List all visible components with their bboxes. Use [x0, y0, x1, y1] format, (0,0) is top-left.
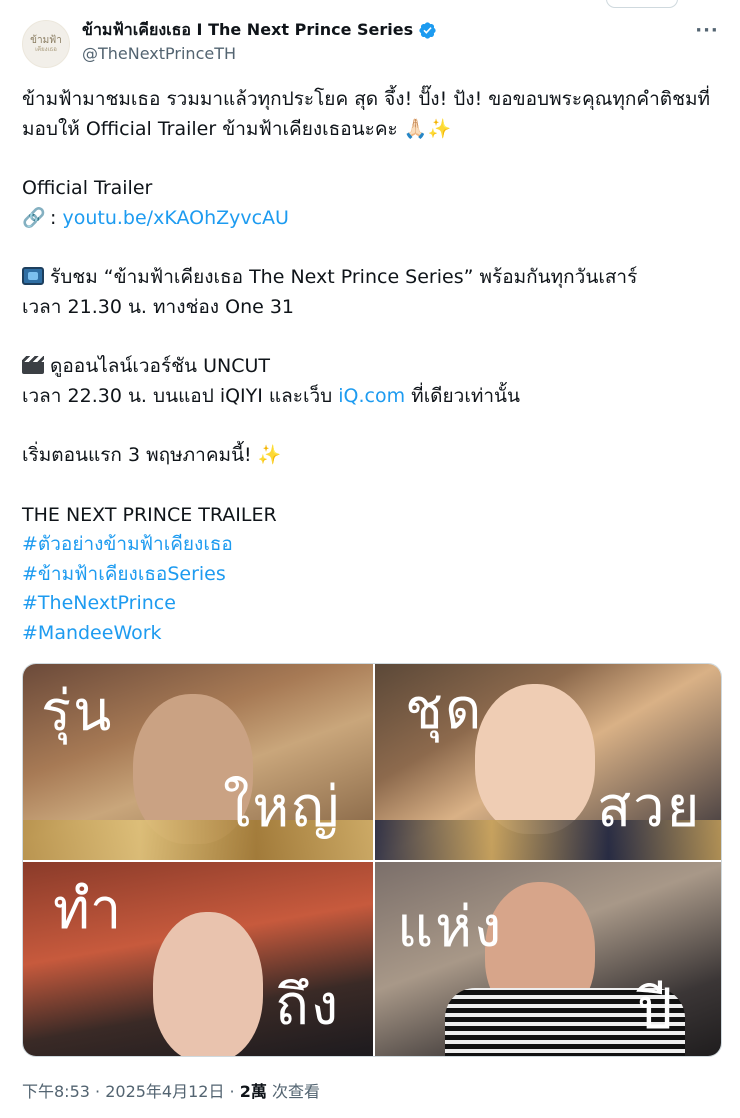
media-photo-3[interactable]: ทำ ถึง [23, 862, 373, 1056]
user-handle[interactable]: @TheNextPrinceTH [82, 44, 236, 63]
tweet-line: Official Trailer [22, 177, 153, 199]
tweet-line: มอบให้ Official Trailer ข้ามฟ้าเคียงเธอน… [22, 117, 452, 140]
display-name: ข้ามฟ้าเคียงเธอ I The Next Prince Series [82, 20, 414, 39]
overlay-text: สวย [597, 775, 702, 840]
views-label: 次查看 [266, 1082, 320, 1101]
media-grid: รุ่น ใหญ่ ชุด สวย ทำ ถึง แห่ง ปี [22, 663, 722, 1057]
post-time-link[interactable]: 下午8:53 [22, 1082, 90, 1101]
tweet-line: ข้ามฟ้ามาชมเธอ รวมมาแล้วทุกประโยค สุด จึ… [22, 88, 711, 110]
tweet-header: ข้ามฟ้า เคียงเธอ ข้ามฟ้าเคียงเธอ I The N… [22, 14, 722, 70]
more-horizontal-icon: ··· [695, 19, 719, 41]
hashtag-link[interactable]: #ตัวอย่างข้ามฟ้าเคียงเธอ [22, 530, 726, 560]
iq-prefix: เวลา 22.30 น. บนแอป iQIYI และเว็บ [22, 384, 339, 407]
avatar[interactable]: ข้ามฟ้า เคียงเธอ [22, 20, 70, 68]
youtube-link[interactable]: youtu.be/xKAOhZyvcAU [62, 207, 288, 229]
more-options-button[interactable]: ··· [692, 18, 722, 42]
overlay-text: ปี [637, 977, 675, 1042]
tweet-text: ข้ามฟ้ามาชมเธอ รวมมาแล้วทุกประโยค สุด จึ… [22, 85, 726, 648]
display-name-link[interactable]: ข้ามฟ้าเคียงเธอ I The Next Prince Series [82, 18, 437, 43]
top-pill-button[interactable] [606, 0, 678, 8]
tweet-metadata: 下午8:53 · 2025年4月12日 · 2萬 次查看 [22, 1078, 320, 1102]
iq-suffix: ที่เดียวเท่านั้น [405, 384, 520, 407]
uncut-text: ดูออนไลน์เวอร์ชัน UNCUT [44, 355, 270, 377]
separator: · [224, 1082, 240, 1101]
views-count: 2萬 [239, 1082, 267, 1101]
hashtag-link[interactable]: #ข้ามฟ้าเคียงเธอSeries [22, 560, 726, 590]
tweet-line-clapper: ดูออนไลน์เวอร์ชัน UNCUT [22, 352, 726, 382]
tweet-line: เริ่มตอนแรก 3 พฤษภาคมนี้! ✨ [22, 444, 282, 466]
hashtag-link[interactable]: #MandeeWork [22, 619, 726, 649]
overlay-text: ใหญ่ [223, 775, 341, 840]
tweet-line-link: 🔗 : youtu.be/xKAOhZyvcAU [22, 204, 726, 234]
tweet-line-tv: รับชม “ข้ามฟ้าเคียงเธอ The Next Prince S… [22, 263, 726, 293]
overlay-text: ชุด [405, 677, 484, 742]
separator: · [89, 1082, 106, 1101]
clapper-board-icon [22, 356, 44, 374]
tv-text: รับชม “ข้ามฟ้าเคียงเธอ The Next Prince S… [44, 266, 638, 288]
media-photo-2[interactable]: ชุด สวย [375, 664, 721, 860]
link-prefix: : [44, 206, 63, 229]
portrait-figure [475, 684, 595, 834]
media-photo-1[interactable]: รุ่น ใหญ่ [23, 664, 373, 860]
tv-icon [22, 267, 44, 285]
link-icon: 🔗 [22, 206, 46, 229]
overlay-text: รุ่น [41, 679, 114, 744]
avatar-logo-subtext: เคียงเธอ [35, 45, 57, 53]
tweet-line-iq: เวลา 22.30 น. บนแอป iQIYI และเว็บ iQ.com… [22, 382, 726, 412]
overlay-text: ทำ [53, 877, 124, 942]
overlay-text: ถึง [275, 973, 341, 1038]
post-date-link[interactable]: 2025年4月12日 [105, 1082, 224, 1101]
overlay-text: แห่ง [397, 895, 504, 960]
verified-badge-icon [419, 22, 436, 39]
portrait-figure [153, 912, 263, 1056]
media-photo-4[interactable]: แห่ง ปี [375, 862, 721, 1056]
avatar-logo-text: ข้ามฟ้า [30, 34, 62, 46]
iq-link[interactable]: iQ.com [338, 385, 405, 407]
tweet-line: เวลา 21.30 น. ทางช่อง One 31 [22, 295, 295, 318]
hashtag-link[interactable]: #TheNextPrince [22, 589, 726, 619]
tweet-line: THE NEXT PRINCE TRAILER [22, 503, 277, 526]
